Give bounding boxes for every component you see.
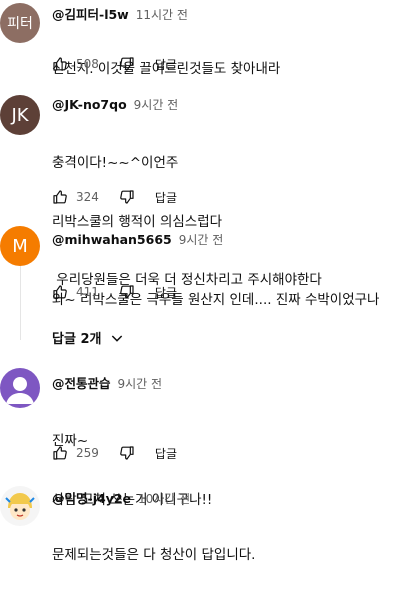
comment-actions: 324 답글 [52, 187, 177, 207]
reply-button[interactable]: 답글 [155, 189, 177, 206]
avatar-initials: 피터 [7, 16, 33, 32]
thumbs-down-icon[interactable] [119, 56, 135, 72]
reply-button[interactable]: 답글 [155, 284, 177, 301]
thumbs-up-icon[interactable] [52, 189, 68, 205]
like-count: 259 [76, 446, 99, 460]
comment-actions: 411 답글 [52, 282, 177, 302]
like-count: 411 [76, 285, 99, 299]
comment-meta: @mihwahan5665 9시간 전 [52, 231, 223, 248]
avatar[interactable] [0, 486, 40, 526]
comment-actions: 508 답글 [52, 54, 177, 74]
replies-count-label: 답글 2개 [52, 332, 102, 347]
avatar[interactable]: JK [0, 95, 40, 135]
comment-line: 문제되는것들은 다 청산이 답입니다. [52, 547, 256, 563]
comment-line: 충격이다!~~^이언주 [52, 155, 179, 171]
comment-line: 리박스쿨의 행적이 의심스럽다 [52, 213, 223, 230]
reply-button[interactable]: 답글 [155, 445, 177, 462]
comment-actions: 259 답글 [52, 443, 177, 463]
comment-author[interactable]: @JK-no7qo [52, 97, 127, 112]
avatar-initials: M [12, 235, 28, 257]
comment-time[interactable]: 9시간 전 [134, 98, 179, 112]
avatar[interactable]: M [0, 226, 40, 266]
like-count: 324 [76, 190, 99, 204]
comment-author[interactable]: @mihwahan5665 [52, 232, 172, 247]
thumbs-down-icon[interactable] [119, 445, 135, 461]
comment-meta: @익명-j4y2e 10시간 전 [52, 488, 190, 507]
comment-meta: @전통관습 9시간 전 [52, 373, 162, 392]
comment-time[interactable]: 9시간 전 [179, 233, 224, 247]
comment-time[interactable]: 9시간 전 [118, 377, 163, 391]
avatar-initials: JK [11, 104, 29, 126]
comment-time[interactable]: 10시간 전 [138, 492, 190, 506]
comment-author[interactable]: @익명-j4y2e [52, 491, 131, 506]
cartoon-avatar-icon [5, 493, 35, 520]
thumbs-down-icon[interactable] [119, 189, 135, 205]
comment-text: 문제되는것들은 다 청산이 답입니다. [52, 507, 255, 605]
avatar[interactable] [0, 368, 40, 408]
reply-thread-line [20, 258, 21, 340]
comment-time[interactable]: 11시간 전 [136, 8, 188, 22]
thumbs-up-icon[interactable] [52, 284, 68, 300]
thumbs-up-icon[interactable] [52, 445, 68, 461]
like-count: 508 [76, 57, 99, 71]
comment-author[interactable]: @김피터-l5w [52, 7, 129, 22]
chevron-down-icon [112, 334, 123, 342]
reply-button[interactable]: 답글 [155, 56, 177, 73]
comment-author[interactable]: @전통관습 [52, 376, 111, 391]
view-replies-button[interactable]: 답글 2개 [52, 328, 125, 347]
comment-meta: @JK-no7qo 9시간 전 [52, 96, 178, 113]
person-icon [6, 377, 34, 404]
avatar[interactable]: 피터 [0, 3, 40, 43]
thumbs-down-icon[interactable] [119, 284, 135, 300]
thumbs-up-icon[interactable] [52, 56, 68, 72]
